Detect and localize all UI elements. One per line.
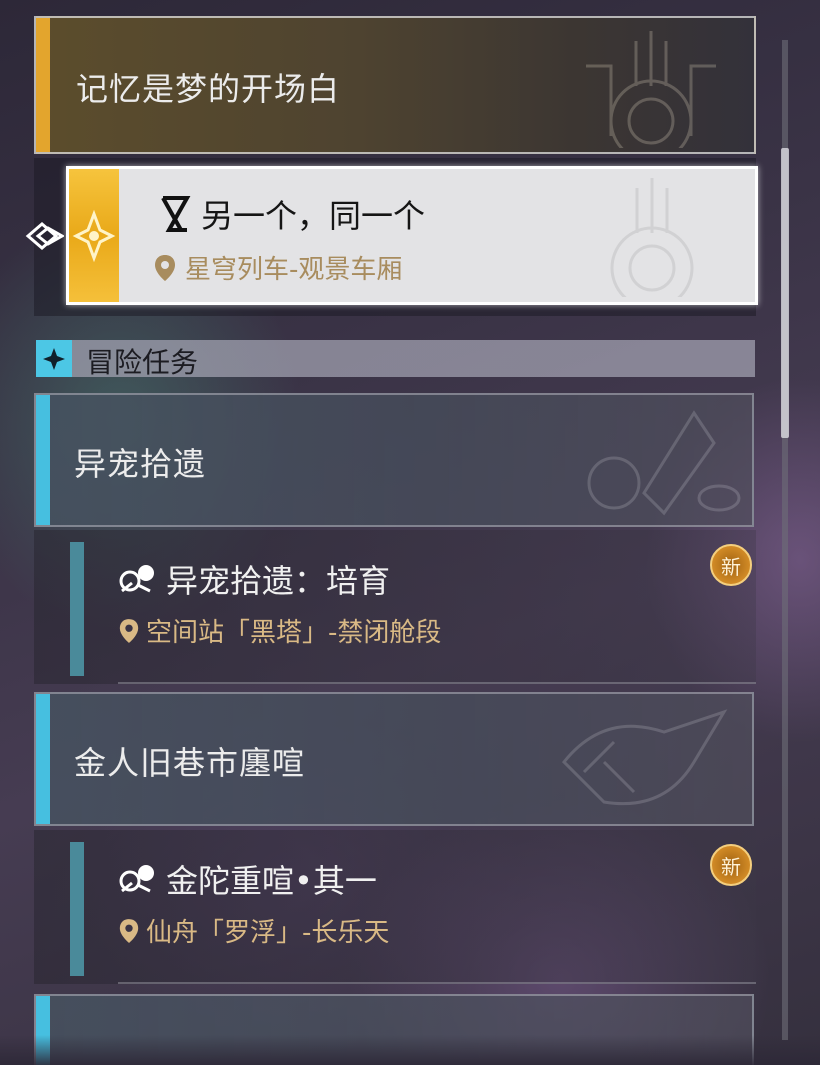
mission-divider (118, 982, 756, 984)
four-point-star-icon (43, 347, 65, 370)
selection-arrow-icon (25, 222, 64, 250)
new-badge: 新 (706, 540, 756, 590)
trailblaze-star-icon (72, 209, 116, 262)
main-quest-card[interactable]: 记忆是梦的开场白 (34, 16, 756, 154)
mission-location: 仙舟「罗浮」-长乐天 (146, 918, 390, 948)
location-pin-icon (119, 918, 139, 943)
hourglass-icon (161, 196, 191, 232)
emblem-decoration-icon (586, 31, 716, 148)
scrollbar-thumb[interactable] (781, 148, 789, 438)
category-title: 异宠拾遗 (74, 445, 207, 483)
mission-accent-bar (70, 842, 84, 976)
main-quest-accent-bar (36, 18, 50, 152)
mission-location: 空间站「黑塔」-禁闭舱段 (146, 618, 442, 648)
adventure-icon (119, 565, 154, 593)
mission-title: 异宠拾遗：培育 (166, 562, 391, 600)
section-header: 冒险任务 (36, 340, 755, 379)
location-pin-icon (155, 254, 175, 281)
category-accent-bar (36, 395, 50, 525)
location-pin-icon (119, 618, 139, 643)
section-title: 冒险任务 (86, 346, 199, 379)
selected-quest-title: 另一个，同一个 (201, 197, 426, 235)
category-card[interactable]: 异宠拾遗 (34, 393, 754, 527)
category-accent-bar (36, 694, 50, 824)
new-badge-label: 新 (710, 544, 752, 586)
main-quest-title: 记忆是梦的开场白 (76, 70, 341, 108)
mission-item[interactable]: 金陀重喧•其一 仙舟「罗浮」-长乐天 新 (34, 830, 756, 984)
emblem-watermark-icon (610, 178, 694, 297)
bird-decoration-icon (561, 709, 728, 806)
selected-quest-card[interactable]: 另一个，同一个 星穹列车-观景车厢 (66, 166, 758, 305)
rocket-decoration-icon (587, 410, 741, 516)
new-badge: 新 (706, 840, 756, 890)
selected-quest-location: 星穹列车-观景车厢 (185, 255, 403, 285)
quest-type-strip (69, 169, 119, 302)
mission-location-row: 仙舟「罗浮」-长乐天 (118, 912, 389, 949)
mission-divider (118, 682, 756, 684)
mission-title: 金陀重喧•其一 (166, 862, 377, 900)
new-badge-label: 新 (710, 844, 752, 886)
list-fade (0, 1035, 820, 1065)
mission-title-row: 异宠拾遗：培育 (118, 556, 390, 602)
category-card[interactable]: 金人旧巷市廛喧 (34, 692, 754, 826)
adventure-icon (119, 865, 154, 893)
mission-location-row: 空间站「黑塔」-禁闭舱段 (118, 612, 441, 649)
section-icon-box (36, 340, 72, 377)
category-title: 金人旧巷市廛喧 (74, 744, 306, 782)
mission-title-row: 金陀重喧•其一 (118, 856, 377, 902)
mission-item[interactable]: 异宠拾遗：培育 空间站「黑塔」-禁闭舱段 新 (34, 530, 756, 684)
mission-accent-bar (70, 542, 84, 676)
